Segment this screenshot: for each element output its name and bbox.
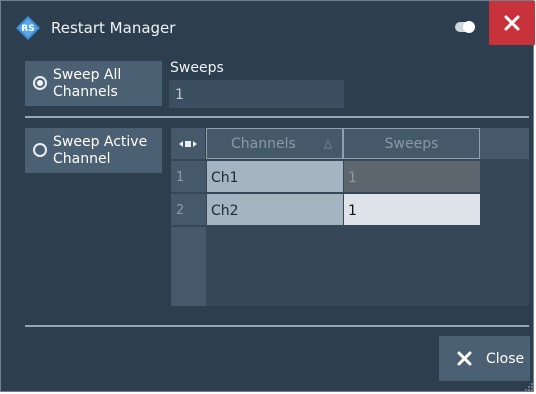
table-cell-sweeps[interactable]: 1	[344, 194, 480, 225]
radio-selected-icon	[33, 76, 47, 90]
rohde-schwarz-logo-icon: RS	[16, 16, 40, 40]
channels-header-label: Channels	[231, 135, 296, 152]
table-corner[interactable]	[171, 128, 206, 159]
sweeps-label: Sweeps	[170, 60, 224, 76]
column-resize-icon	[179, 140, 197, 147]
header-filler	[480, 128, 529, 159]
table-cell-channel[interactable]: Ch2	[207, 194, 343, 225]
channel-sweeps-table: Channels △ Sweeps 1 Ch1 1 2 Ch2 1	[171, 128, 529, 306]
resize-grip-icon[interactable]	[524, 382, 534, 392]
radio-unselected-icon	[33, 143, 47, 157]
sweep-active-channel-option[interactable]: Sweep Active Channel	[25, 128, 162, 173]
divider-bottom	[25, 325, 529, 327]
svg-text:RS: RS	[21, 24, 34, 34]
sweeps-input[interactable]: 1	[169, 80, 344, 108]
sweep-all-channels-option[interactable]: Sweep All Channels	[25, 61, 162, 106]
sweep-all-line2: Channels	[53, 84, 118, 100]
sweep-active-line2: Channel	[53, 151, 111, 167]
sweeps-value: 1	[175, 87, 184, 103]
row-header-filler	[171, 227, 206, 306]
restart-manager-dialog: RS Restart Manager Sweep All Channels Sw…	[0, 0, 535, 392]
window-close-button[interactable]	[489, 1, 535, 45]
row-number: 2	[171, 194, 206, 225]
sort-ascending-icon: △	[323, 137, 333, 150]
sweeps-column-header[interactable]: Sweeps	[343, 128, 480, 159]
toggle-icon[interactable]	[455, 21, 475, 33]
close-button[interactable]: Close	[439, 336, 530, 381]
window-title: Restart Manager	[51, 19, 176, 37]
row-number: 1	[171, 161, 206, 192]
sweeps-header-label: Sweeps	[384, 135, 439, 152]
title-bar: RS Restart Manager	[1, 1, 535, 49]
divider-top	[25, 116, 529, 118]
close-icon	[504, 15, 520, 31]
close-icon	[457, 351, 472, 366]
table-cell-sweeps[interactable]: 1	[344, 161, 480, 192]
close-button-label: Close	[486, 351, 525, 367]
sweep-active-line1: Sweep Active	[53, 134, 148, 150]
sweep-all-line1: Sweep All	[53, 67, 122, 83]
table-cell-channel[interactable]: Ch1	[207, 161, 343, 192]
channels-column-header[interactable]: Channels △	[206, 128, 343, 159]
